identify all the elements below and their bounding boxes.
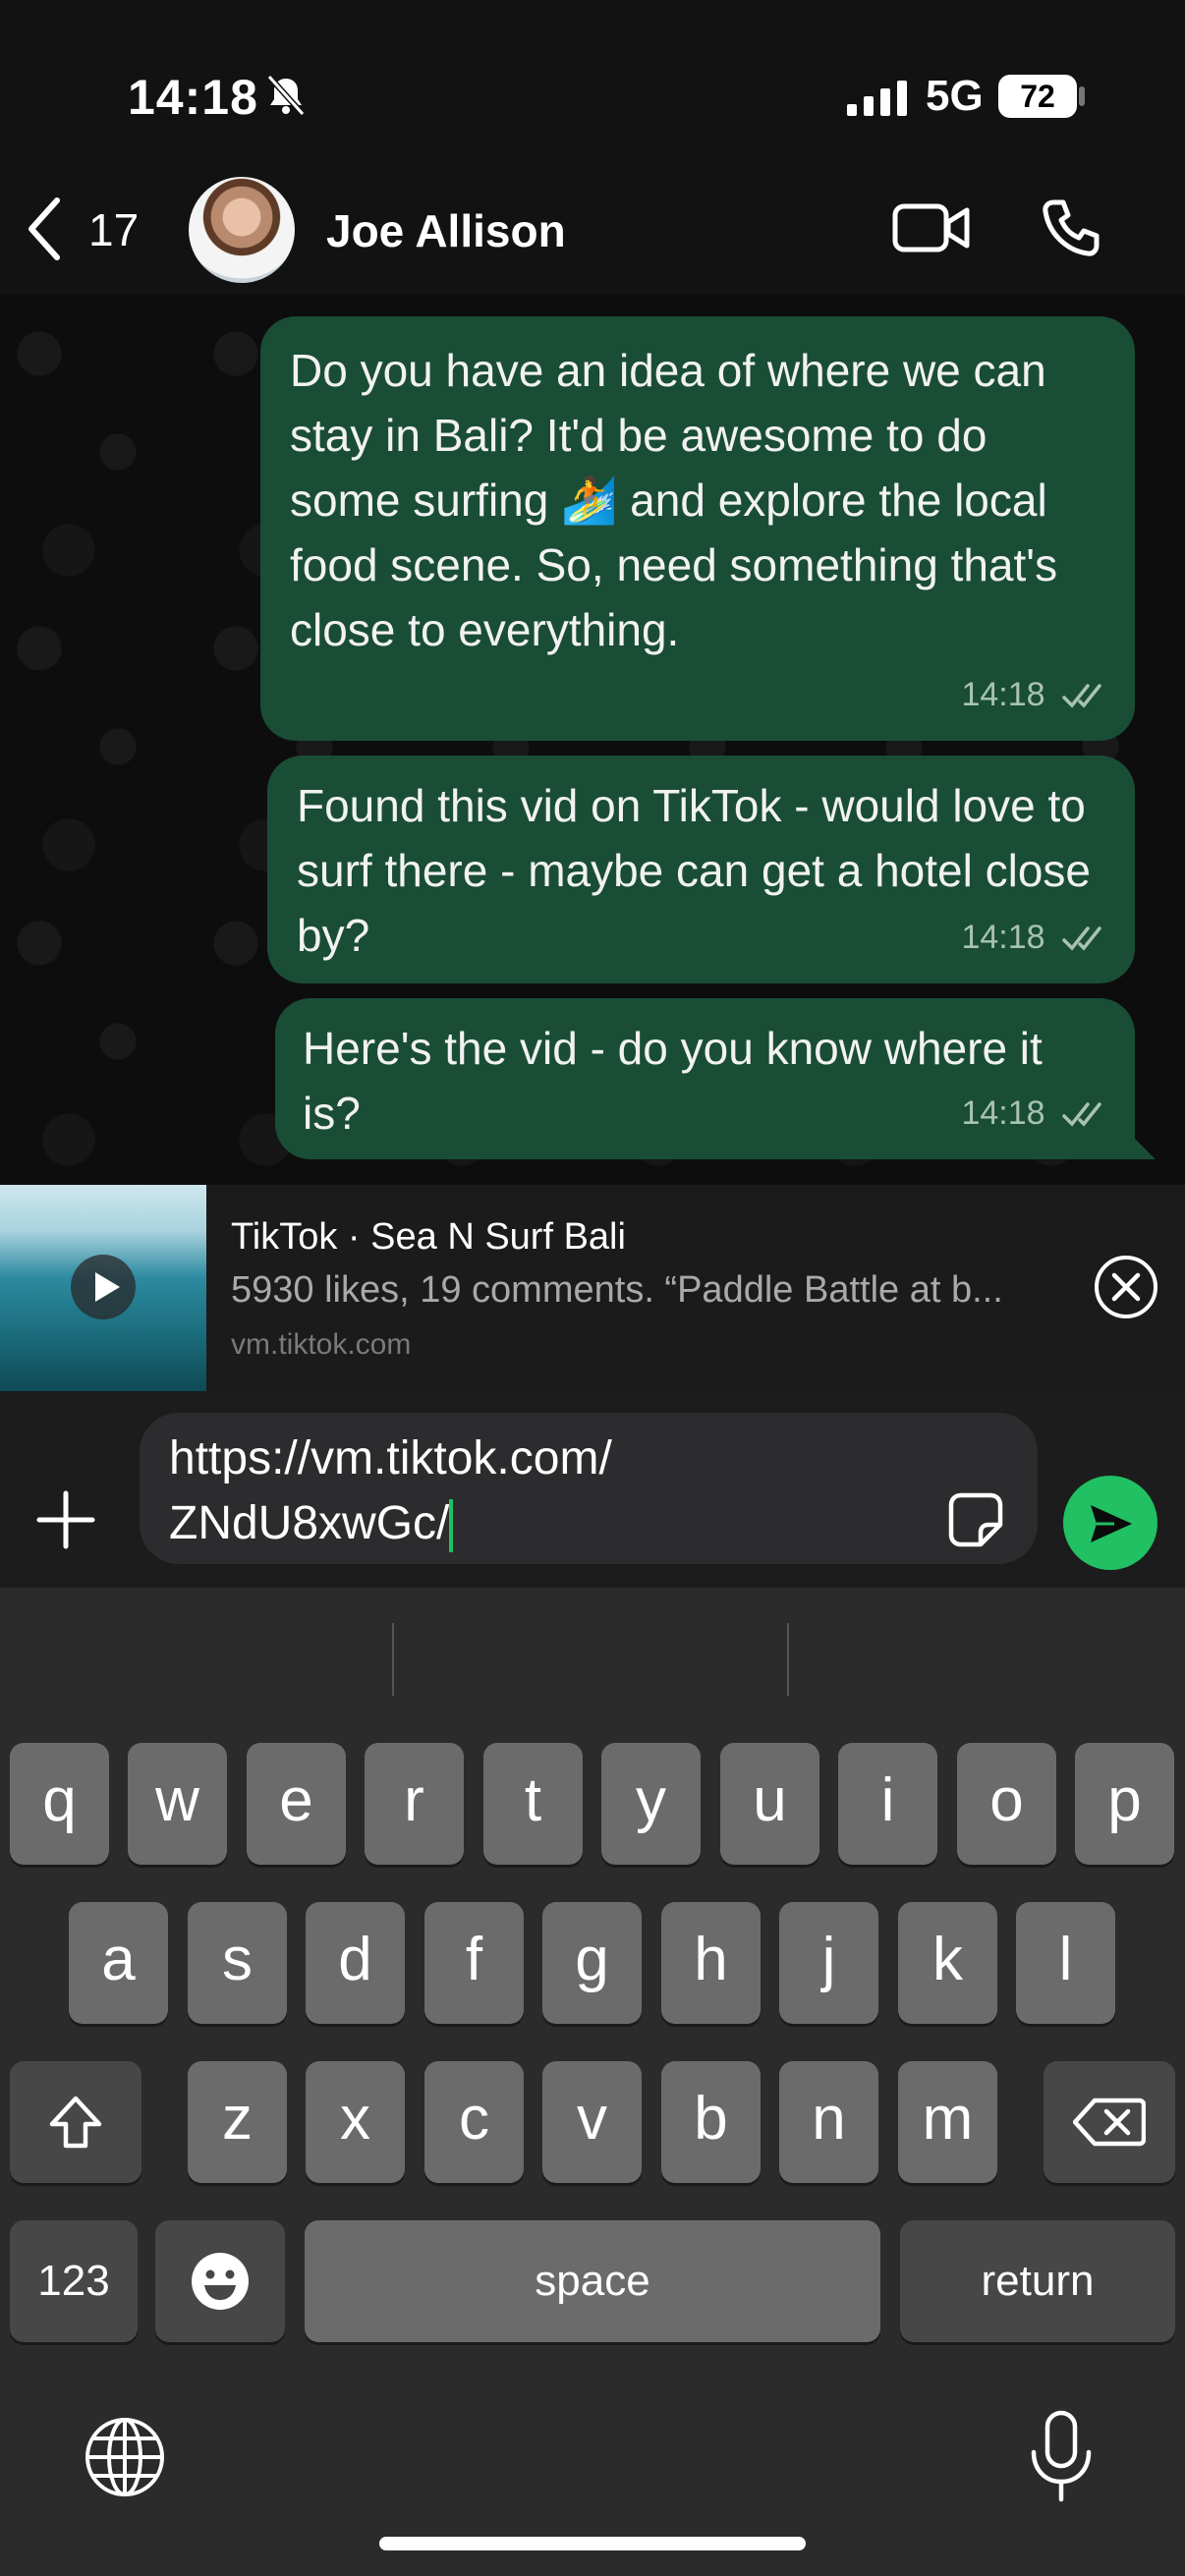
link-preview-description: 5930 likes, 19 comments. “Paddle Battle … [231,1269,1003,1311]
key-r[interactable]: r [365,1743,464,1865]
space-key[interactable]: space [305,2220,880,2342]
back-unread-count[interactable]: 17 [88,203,139,256]
message-bubble[interactable]: Here's the vid - do you know where it is… [275,998,1135,1159]
message-input-text[interactable]: https://vm.tiktok.com/ ZNdU8xwGc/ [169,1427,612,1556]
backspace-icon [1073,2098,1146,2147]
home-indicator [379,2537,806,2550]
key-h[interactable]: h [661,1902,761,2024]
link-preview-title: TikTok · Sea N Surf Bali [231,1216,626,1258]
key-z[interactable]: z [188,2061,287,2183]
key-p[interactable]: p [1075,1743,1174,1865]
emoji-key[interactable] [155,2220,285,2342]
video-call-icon[interactable] [892,200,971,255]
return-key-label: return [981,2257,1095,2305]
numbers-key[interactable]: 123 [10,2220,138,2342]
message-bubble[interactable]: Found this vid on TikTok - would love to… [267,756,1135,983]
key-j[interactable]: j [779,1902,878,2024]
message-time: 14:18 [961,919,1045,956]
sticker-icon[interactable] [947,1491,1004,1548]
read-ticks-icon [1062,684,1101,708]
close-icon[interactable] [1093,1254,1159,1320]
key-k[interactable]: k [898,1902,997,2024]
message-text: Do you have an idea of where we can stay… [290,345,1058,655]
key-q[interactable]: q [10,1743,109,1865]
message-meta: 14:18 [961,1081,1109,1146]
key-f[interactable]: f [424,1902,524,2024]
key-e[interactable]: e [247,1743,346,1865]
phone-icon[interactable] [1040,196,1102,259]
input-line-2-text: ZNdU8xwGc/ [169,1497,450,1549]
chat-header [0,177,1185,295]
read-ticks-icon [1062,1102,1101,1127]
input-line-2: ZNdU8xwGc/ [169,1491,612,1556]
input-line-1: https://vm.tiktok.com/ [169,1432,612,1484]
shift-icon [49,2096,102,2149]
key-b[interactable]: b [661,2061,761,2183]
microphone-icon[interactable] [1026,2409,1097,2503]
return-key[interactable]: return [900,2220,1175,2342]
signal-icon [847,81,907,116]
key-o[interactable]: o [957,1743,1056,1865]
message-time: 14:18 [961,1094,1045,1132]
suggestion-divider [787,1623,789,1696]
key-w[interactable]: w [128,1743,227,1865]
key-c[interactable]: c [424,2061,524,2183]
read-ticks-icon [1062,926,1101,951]
message-meta: 14:18 [961,662,1109,727]
key-m[interactable]: m [898,2061,997,2183]
key-a[interactable]: a [69,1902,168,2024]
battery-indicator: 72 [998,75,1077,118]
key-x[interactable]: x [306,2061,405,2183]
key-i[interactable]: i [838,1743,937,1865]
bell-muted-icon [266,74,306,117]
contact-name[interactable]: Joe Allison [326,204,566,257]
key-n[interactable]: n [779,2061,878,2183]
key-t[interactable]: t [483,1743,583,1865]
send-icon [1091,1505,1132,1542]
message-meta: 14:18 [961,905,1109,970]
chevron-left-icon[interactable] [22,195,65,263]
globe-icon[interactable] [81,2413,169,2501]
key-u[interactable]: u [720,1743,819,1865]
network-label: 5G [926,72,984,120]
key-l[interactable]: l [1016,1902,1115,2024]
key-s[interactable]: s [188,1902,287,2024]
backspace-key[interactable] [1044,2061,1175,2183]
key-d[interactable]: d [306,1902,405,2024]
key-g[interactable]: g [542,1902,642,2024]
link-preview-domain: vm.tiktok.com [231,1328,412,1361]
battery-tip [1079,86,1085,106]
play-icon [71,1255,136,1319]
text-caret [449,1499,454,1553]
shift-key[interactable] [10,2061,141,2183]
message-bubble[interactable]: Do you have an idea of where we can stay… [260,316,1135,741]
plus-icon[interactable] [35,1489,96,1550]
avatar[interactable] [189,177,295,283]
numbers-key-label: 123 [37,2257,110,2305]
emoji-icon [192,2253,249,2310]
status-time: 14:18 [128,70,258,125]
message-time: 14:18 [961,676,1045,713]
key-v[interactable]: v [542,2061,642,2183]
key-y[interactable]: y [601,1743,701,1865]
suggestion-divider [392,1623,394,1696]
space-key-label: space [535,2257,650,2305]
